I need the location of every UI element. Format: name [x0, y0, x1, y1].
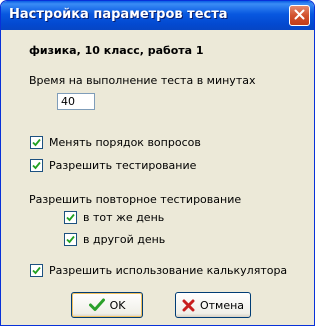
retest-other-day-checkbox[interactable] [64, 233, 77, 246]
checkmark-icon [32, 266, 41, 275]
allow-testing-option[interactable]: Разрешить тестирование [30, 159, 196, 172]
dialog-body: физика, 10 класс, работа 1 Время на выпо… [5, 30, 310, 321]
checkmark-icon [32, 161, 41, 170]
green-check-icon [88, 298, 105, 312]
shuffle-questions-label: Менять порядок вопросов [49, 136, 201, 149]
calculator-checkbox[interactable] [30, 264, 43, 277]
retest-other-day-option[interactable]: в другой день [64, 233, 165, 246]
retest-same-day-checkbox[interactable] [64, 211, 77, 224]
title-bar[interactable]: Настройка параметров теста [1, 1, 314, 30]
time-limit-input[interactable]: 40 [57, 93, 95, 110]
close-button[interactable] [289, 5, 310, 26]
ok-button-label: OK [109, 298, 126, 312]
time-limit-label: Время на выполнение теста в минутах [29, 74, 256, 87]
calculator-label: Разрешить использование калькулятора [49, 264, 288, 277]
allow-testing-checkbox[interactable] [30, 159, 43, 172]
dialog-window: Настройка параметров теста физика, 10 кл… [0, 0, 315, 326]
retest-other-day-label: в другой день [83, 233, 166, 246]
ok-button[interactable]: OK [71, 292, 143, 318]
window-title: Настройка параметров теста [9, 7, 228, 22]
checkmark-icon [66, 213, 75, 222]
shuffle-questions-checkbox[interactable] [30, 136, 43, 149]
checkmark-icon [66, 235, 75, 244]
checkmark-icon [32, 138, 41, 147]
retest-same-day-label: в тот же день [83, 211, 165, 224]
retest-label: Разрешить повторное тестирование [29, 193, 242, 206]
calculator-option[interactable]: Разрешить использование калькулятора [30, 264, 287, 277]
cancel-button[interactable]: Отмена [175, 292, 251, 318]
cancel-button-label: Отмена [199, 298, 245, 312]
close-icon [294, 9, 305, 23]
retest-same-day-option[interactable]: в тот же день [64, 211, 164, 224]
test-name-label: физика, 10 класс, работа 1 [29, 44, 204, 57]
shuffle-questions-option[interactable]: Менять порядок вопросов [30, 136, 201, 149]
allow-testing-label: Разрешить тестирование [49, 159, 197, 172]
red-x-icon [182, 299, 195, 312]
